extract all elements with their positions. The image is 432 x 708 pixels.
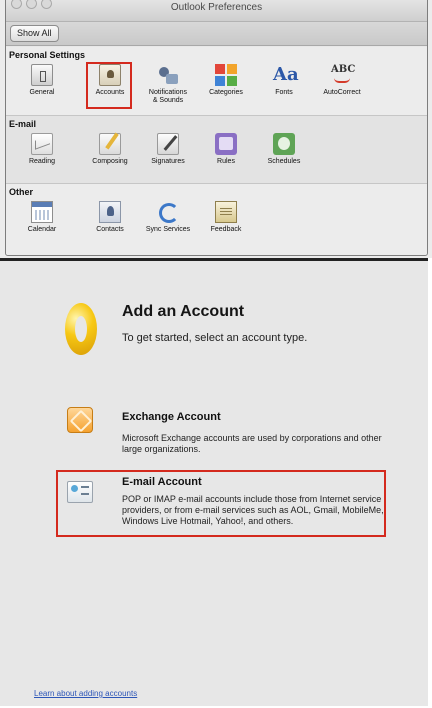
email-section: E-mail Reading Composing Signatures Rule… — [6, 116, 427, 184]
pane-feedback[interactable]: Feedback — [198, 200, 254, 248]
contacts-icon — [99, 201, 121, 223]
preferences-frame: Outlook Preferences Show All Personal Se… — [5, 0, 428, 256]
show-all-button[interactable]: Show All — [10, 25, 59, 42]
pane-schedules[interactable]: Schedules — [256, 132, 312, 180]
pane-label: Reading — [28, 158, 56, 165]
add-account-title: Add an Account — [122, 303, 245, 320]
pane-label: Contacts — [96, 226, 124, 233]
pane-contacts[interactable]: Contacts — [82, 200, 138, 248]
calendar-icon — [31, 201, 53, 223]
pane-rules[interactable]: Rules — [198, 132, 254, 180]
pane-label: Schedules — [267, 158, 301, 165]
fonts-icon: Aa — [273, 64, 299, 85]
pane-label: Rules — [217, 158, 235, 165]
schedules-icon — [273, 133, 295, 155]
pane-label: Feedback — [210, 226, 242, 233]
pane-label: Sync Services — [145, 226, 191, 233]
pane-signatures[interactable]: Signatures — [140, 132, 196, 180]
section-title: Personal Settings — [9, 50, 86, 60]
toolbar: Show All — [6, 22, 427, 46]
pane-composing[interactable]: Composing — [82, 132, 138, 180]
feedback-icon — [215, 201, 237, 223]
exchange-account-description: Microsoft Exchange accounts are used by … — [122, 433, 382, 454]
notifications-icon — [157, 64, 179, 86]
pane-reading[interactable]: Reading — [14, 132, 70, 180]
rules-icon — [215, 133, 237, 155]
pane-notifications[interactable]: Notifications & Sounds — [140, 63, 196, 111]
add-account-window: Add an Account To get started, select an… — [0, 258, 432, 708]
personal-settings-section: Personal Settings General Accounts Notif… — [6, 47, 427, 116]
pane-label: AutoCorrect — [323, 89, 361, 96]
pane-sync-services[interactable]: Sync Services — [140, 200, 196, 248]
pane-label: Notifications & Sounds — [148, 89, 188, 104]
pane-label: General — [29, 89, 55, 96]
general-icon — [31, 64, 53, 86]
categories-icon — [215, 64, 237, 86]
pane-label: Composing — [92, 158, 128, 165]
pane-calendar[interactable]: Calendar — [14, 200, 70, 248]
pane-label: Signatures — [151, 158, 185, 165]
pane-label: Calendar — [27, 226, 57, 233]
pane-fonts[interactable]: Aa Fonts — [256, 63, 312, 111]
pane-general[interactable]: General — [14, 63, 70, 111]
exchange-icon[interactable] — [67, 407, 93, 433]
section-title: Other — [9, 187, 34, 197]
add-account-subtitle: To get started, select an account type. — [122, 332, 308, 344]
outlook-preferences-window: Outlook Preferences Show All Personal Se… — [0, 0, 432, 258]
other-section: Other Calendar Contacts Sync Services Fe… — [6, 184, 427, 255]
pane-label: Categories — [209, 89, 243, 96]
autocorrect-icon: ABC — [331, 64, 355, 86]
composing-icon — [99, 133, 121, 155]
pane-categories[interactable]: Categories — [198, 63, 254, 111]
sync-icon — [157, 201, 179, 223]
window-title: Outlook Preferences — [170, 2, 263, 13]
section-title: E-mail — [9, 119, 37, 129]
pane-label: Fonts — [275, 89, 293, 96]
accounts-highlight-box — [86, 62, 132, 109]
pane-autocorrect[interactable]: ABC AutoCorrect — [314, 63, 370, 111]
title-bar[interactable]: Outlook Preferences — [6, 0, 427, 22]
add-account-content: Add an Account To get started, select an… — [0, 258, 428, 706]
outlook-logo-icon — [65, 303, 97, 355]
exchange-account-button[interactable]: Exchange Account — [122, 411, 221, 423]
reading-icon — [31, 133, 53, 155]
email-account-highlight-box — [56, 470, 386, 537]
signatures-icon — [157, 133, 179, 155]
learn-about-adding-accounts-link[interactable]: Learn about adding accounts — [34, 689, 137, 698]
